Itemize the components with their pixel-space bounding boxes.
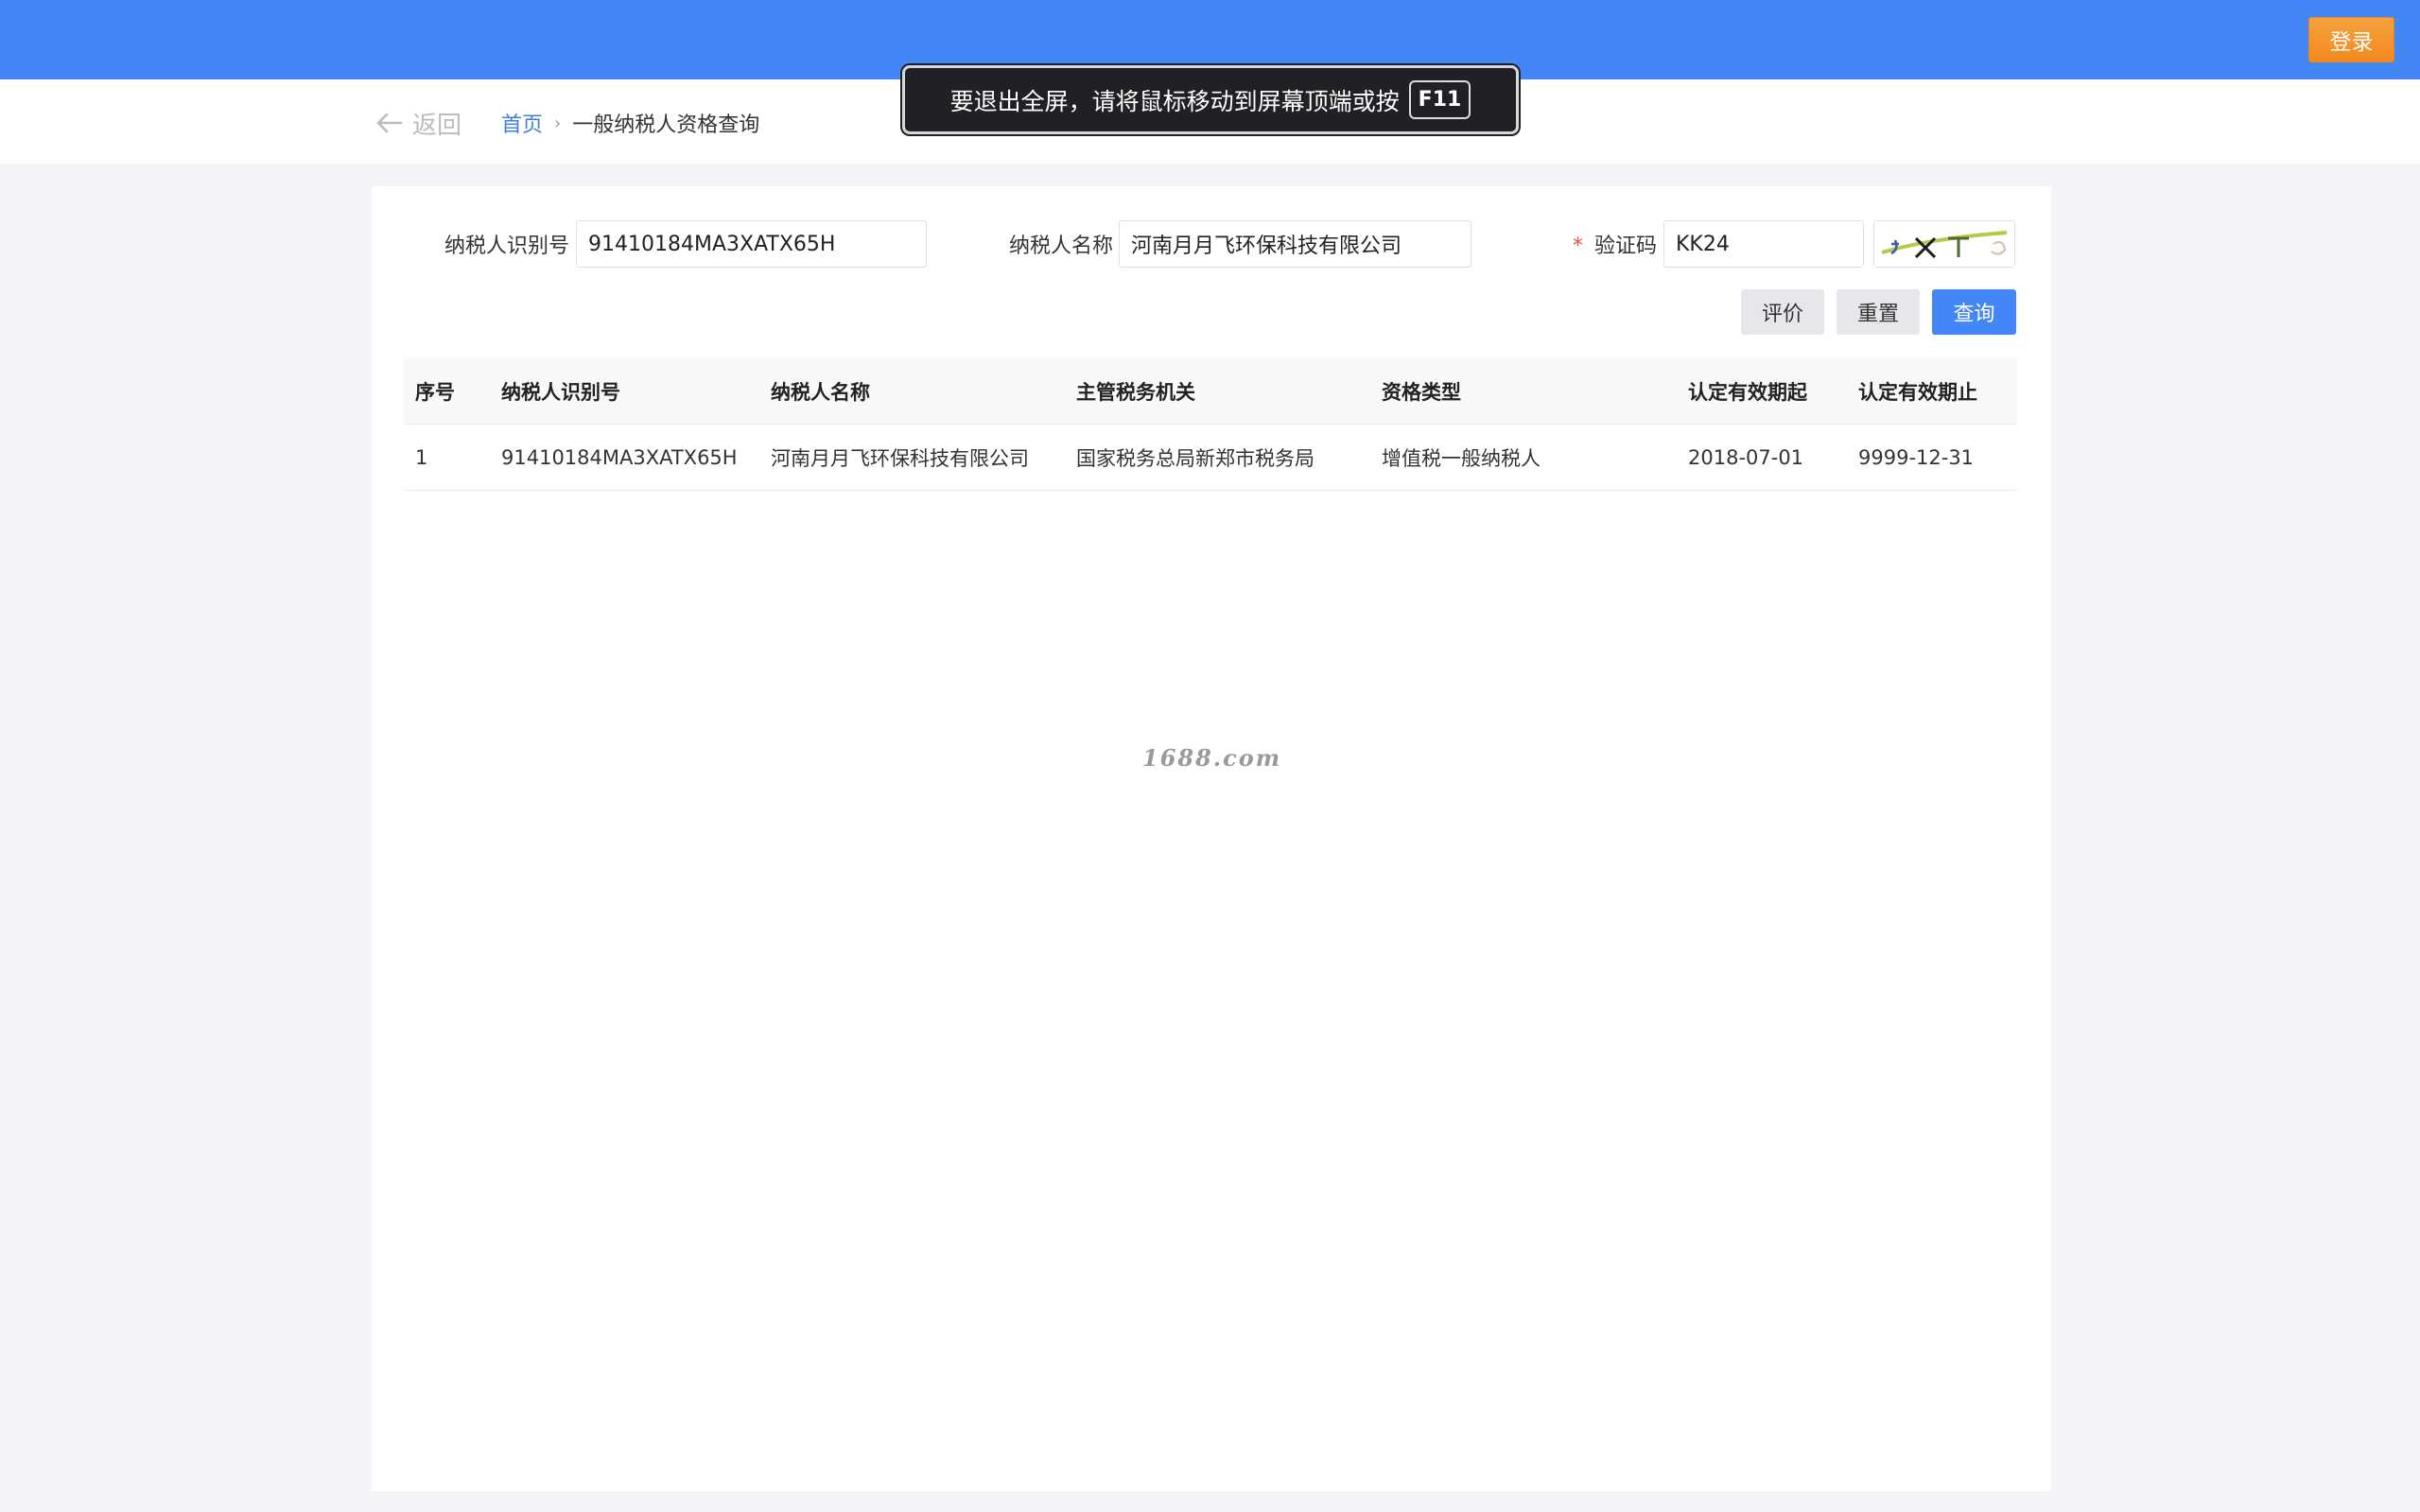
column-header: 纳税人名称	[771, 381, 870, 404]
taxpayer-name-input[interactable]: 河南月月飞环保科技有限公司	[1119, 220, 1471, 268]
captcha-image[interactable]	[1873, 220, 2015, 268]
table-cell: 增值税一般纳税人	[1382, 447, 1541, 470]
captcha-label-text: 验证码	[1594, 235, 1658, 258]
watermark: 1688.com	[1142, 744, 1282, 772]
table-cell: 91410184MA3XATX65H	[501, 446, 738, 469]
query-panel: 纳税人识别号 91410184MA3XATX65H 纳税人名称 河南月月飞环保科…	[372, 186, 2051, 1491]
table-cell: 1	[415, 446, 428, 469]
taxpayer-name-label: 纳税人名称	[1009, 235, 1114, 258]
column-header: 认定有效期止	[1858, 381, 1977, 404]
table-row: 1 91410184MA3XATX65H 河南月月飞环保科技有限公司 国家税务总…	[404, 425, 2017, 491]
breadcrumb: 首页 › 一般纳税人资格查询	[501, 107, 759, 139]
taxpayer-id-input[interactable]: 91410184MA3XATX65H	[576, 220, 927, 268]
table-cell: 9999-12-31	[1858, 446, 1975, 469]
fullscreen-exit-toast: 要退出全屏，请将鼠标移动到屏幕顶端或按 F11	[902, 65, 1519, 134]
table-header: 序号 纳税人识别号 纳税人名称 主管税务机关 资格类型 认定有效期起 认定有效期…	[404, 358, 2017, 425]
reset-button[interactable]: 重置	[1837, 289, 1920, 335]
f11-key-badge: F11	[1408, 80, 1471, 119]
query-button[interactable]: 查询	[1932, 289, 2016, 335]
breadcrumb-home-link[interactable]: 首页	[501, 108, 543, 138]
breadcrumb-current: 一般纳税人资格查询	[572, 113, 760, 137]
arrow-left-icon	[376, 113, 403, 133]
breadcrumb-separator: ›	[554, 113, 562, 133]
required-mark: *	[1573, 235, 1583, 258]
column-header: 序号	[415, 381, 455, 404]
table-cell: 河南月月飞环保科技有限公司	[771, 447, 1029, 470]
table-cell: 国家税务总局新郑市税务局	[1076, 447, 1314, 470]
column-header: 资格类型	[1382, 381, 1461, 404]
login-button[interactable]: 登录	[2308, 17, 2394, 62]
captcha-input[interactable]: KK24	[1663, 220, 1864, 268]
taxpayer-id-label: 纳税人识别号	[444, 235, 570, 258]
toast-message: 要退出全屏，请将鼠标移动到屏幕顶端或按	[949, 87, 1400, 115]
column-header: 主管税务机关	[1076, 381, 1195, 404]
back-button[interactable]: 返回	[374, 104, 461, 142]
captcha-label: * 验证码	[1573, 229, 1657, 259]
evaluate-button[interactable]: 评价	[1741, 289, 1824, 335]
column-header: 纳税人识别号	[501, 381, 620, 404]
table-cell: 2018-07-01	[1688, 446, 1804, 469]
back-label: 返回	[412, 111, 462, 140]
column-header: 认定有效期起	[1688, 381, 1807, 404]
